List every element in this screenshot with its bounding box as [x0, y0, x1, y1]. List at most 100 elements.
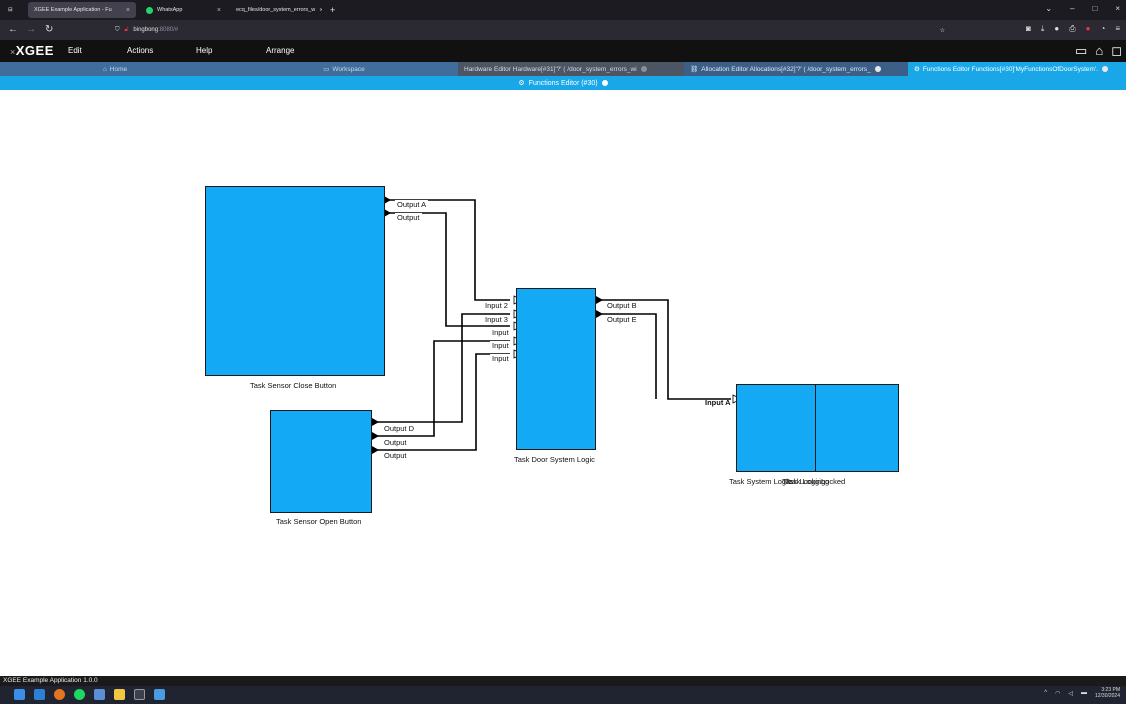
close-editor-icon[interactable] — [601, 80, 608, 86]
spotify-icon[interactable] — [74, 689, 85, 700]
tab-list-button[interactable]: ⊟ — [2, 2, 24, 18]
output-port-icon — [372, 418, 379, 426]
tab-label: Workspace — [332, 65, 365, 73]
task-sensor-open-button[interactable] — [270, 410, 372, 513]
recording-icon[interactable]: ● — [1086, 24, 1091, 34]
browser-nav-bar: ← → ↻ ⛉ 🔓︎ bingbong:8080/# ☆ ◙ ⤓ ● ⎙ ● ◔… — [0, 20, 1126, 40]
output-port-icon — [384, 209, 391, 217]
tab-label: Allocation Editor Allocations[#32]'?' ( … — [701, 65, 871, 73]
os-taskbar: ^ ◠ ◁ ▬ 3:23 PM 12/30/2024 — [0, 686, 1126, 704]
profile-icon[interactable]: ◔ — [1100, 24, 1105, 34]
file-explorer-icon[interactable] — [114, 689, 125, 700]
browser-tab-files[interactable]: ecq_files/door_system_errors_w × — [226, 2, 322, 18]
privacy-badger-icon[interactable]: ● — [1054, 24, 1059, 34]
system-tray: ^ ◠ ◁ ▬ 3:23 PM 12/30/2024 — [1044, 687, 1120, 699]
insecure-lock-icon: 🔓︎ — [124, 26, 129, 33]
task-sensor-close-button[interactable] — [205, 186, 385, 376]
output-port-icon — [372, 432, 379, 440]
task-system-logic[interactable] — [736, 384, 816, 472]
port-label: Input — [490, 328, 511, 338]
list-all-tabs-icon[interactable]: ⌄ — [1045, 4, 1052, 13]
firefox-icon[interactable] — [54, 689, 65, 700]
link-icon: ⛓ — [690, 66, 699, 73]
reload-icon[interactable]: ↻ — [45, 24, 53, 35]
tab-label: Functions Editor Functions[#30]'MyFuncti… — [922, 65, 1098, 73]
close-tab-icon: × — [216, 6, 221, 14]
system-clock[interactable]: 3:23 PM 12/30/2024 — [1095, 687, 1120, 699]
wifi-icon[interactable]: ◠ — [1055, 690, 1060, 697]
menu-arrange[interactable]: Arrange — [266, 46, 294, 55]
extensions-icon[interactable]: ⎙ — [1069, 24, 1075, 34]
port-label: Output A — [395, 200, 429, 210]
task-label: Task Sensor Open Button — [276, 517, 362, 526]
close-window-button[interactable]: × — [1115, 4, 1120, 13]
tab-functions-editor[interactable]: ⚙ Functions Editor Functions[#30]'MyFunc… — [908, 62, 1126, 76]
close-whatsapp-tab[interactable]: × — [205, 2, 227, 18]
task-label: Locked — [821, 477, 846, 486]
menu-help[interactable]: Help — [196, 46, 212, 55]
tab-label: Home — [109, 65, 128, 73]
forward-icon[interactable]: → — [26, 24, 36, 35]
tab-workspace[interactable]: ▭ Workspace — [230, 62, 458, 76]
maximize-button[interactable]: □ — [1092, 4, 1097, 13]
close-tab-icon[interactable] — [640, 66, 647, 72]
url-bar[interactable]: ⛉ 🔓︎ bingbong:8080/# ☆ — [115, 23, 945, 37]
port-label: Input 3 — [483, 315, 510, 325]
close-tab-icon[interactable] — [1102, 66, 1108, 72]
notes-icon[interactable] — [94, 689, 105, 700]
editor-tab-bar: ⌂ Home ▭ Workspace Hardware Editor Hardw… — [0, 62, 1126, 76]
document-icon[interactable]: ◻ — [1111, 43, 1122, 59]
new-tab-button[interactable]: + — [324, 2, 342, 18]
home-icon: ⌂ — [102, 65, 107, 73]
back-icon[interactable]: ← — [8, 24, 18, 35]
bookmark-star-icon[interactable]: ☆ — [940, 27, 945, 34]
output-port-icon — [596, 296, 603, 304]
battery-icon[interactable]: ▬ — [1081, 690, 1087, 696]
whatsapp-icon — [146, 6, 153, 14]
app-logo-text: XGEE — [15, 43, 54, 58]
tab-home[interactable]: ⌂ Home — [0, 62, 230, 76]
tab-hardware-editor[interactable]: Hardware Editor Hardware[#31]'?' ( /door… — [458, 62, 684, 76]
photos-icon[interactable] — [154, 689, 165, 700]
windows-start-icon[interactable] — [14, 689, 25, 700]
diagram-canvas[interactable]: Task Sensor Close Button Task Sensor Ope… — [0, 90, 1126, 676]
browser-tab-xgee[interactable]: XGEE Example Application - Fu × — [28, 2, 136, 18]
task-locking[interactable] — [815, 384, 899, 472]
minimize-button[interactable]: – — [1070, 4, 1074, 13]
downloads-icon[interactable]: ⤓ — [1041, 24, 1045, 34]
app-menu-icon[interactable]: ≡ — [1115, 24, 1120, 34]
folder-icon[interactable]: ▭ — [1075, 43, 1087, 59]
volume-icon[interactable]: ◁ — [1068, 690, 1073, 697]
browser-tab-strip: ⊟ XGEE Example Application - Fu × WhatsA… — [0, 0, 1126, 20]
menu-actions[interactable]: Actions — [127, 46, 153, 55]
chevron-up-icon[interactable]: ^ — [1044, 690, 1047, 696]
folder-icon: ▭ — [323, 66, 330, 73]
close-tab-icon[interactable] — [874, 66, 881, 72]
pocket-icon[interactable]: ◙ — [1026, 24, 1031, 34]
terminal-icon[interactable] — [134, 689, 145, 700]
app-menu-bar: ×XGEE Edit Actions Help Arrange ▭ ⌂ ◻ — [0, 40, 1126, 62]
app-status-bar: XGEE Example Application 1.0.0 — [0, 676, 1126, 686]
port-label: Input — [490, 354, 511, 364]
window-controls: ⌄ – □ × — [1045, 4, 1120, 13]
close-tab-icon[interactable]: × — [126, 7, 130, 14]
home-icon[interactable]: ⌂ — [1095, 43, 1103, 59]
whatsapp-tab-label: WhatsApp — [157, 7, 183, 13]
tab-label: Hardware Editor Hardware[#31]'?' ( /door… — [464, 65, 637, 73]
vscode-icon[interactable] — [34, 689, 45, 700]
app-toolbar-icons: ▭ ⌂ ◻ — [1075, 43, 1122, 59]
port-label: Output D — [382, 424, 417, 434]
port-label: Output — [382, 438, 409, 448]
tab-allocation-editor[interactable]: ⛓ Allocation Editor Allocations[#32]'?' … — [684, 62, 908, 76]
editor-title-bar: ⚙ Functions Editor (#30) — [0, 76, 1126, 90]
output-port-icon — [372, 446, 379, 454]
port-label: Input — [490, 341, 511, 351]
task-door-system-logic[interactable] — [516, 288, 596, 450]
task-label: Task Sensor Close Button — [250, 381, 337, 390]
close-tab-icon[interactable]: × — [319, 7, 322, 14]
menu-edit[interactable]: Edit — [68, 46, 82, 55]
output-port-icon — [596, 310, 603, 318]
app-logo: ×XGEE — [10, 43, 54, 58]
port-label: Output B — [605, 301, 639, 311]
functions-icon: ⚙ — [914, 66, 920, 73]
